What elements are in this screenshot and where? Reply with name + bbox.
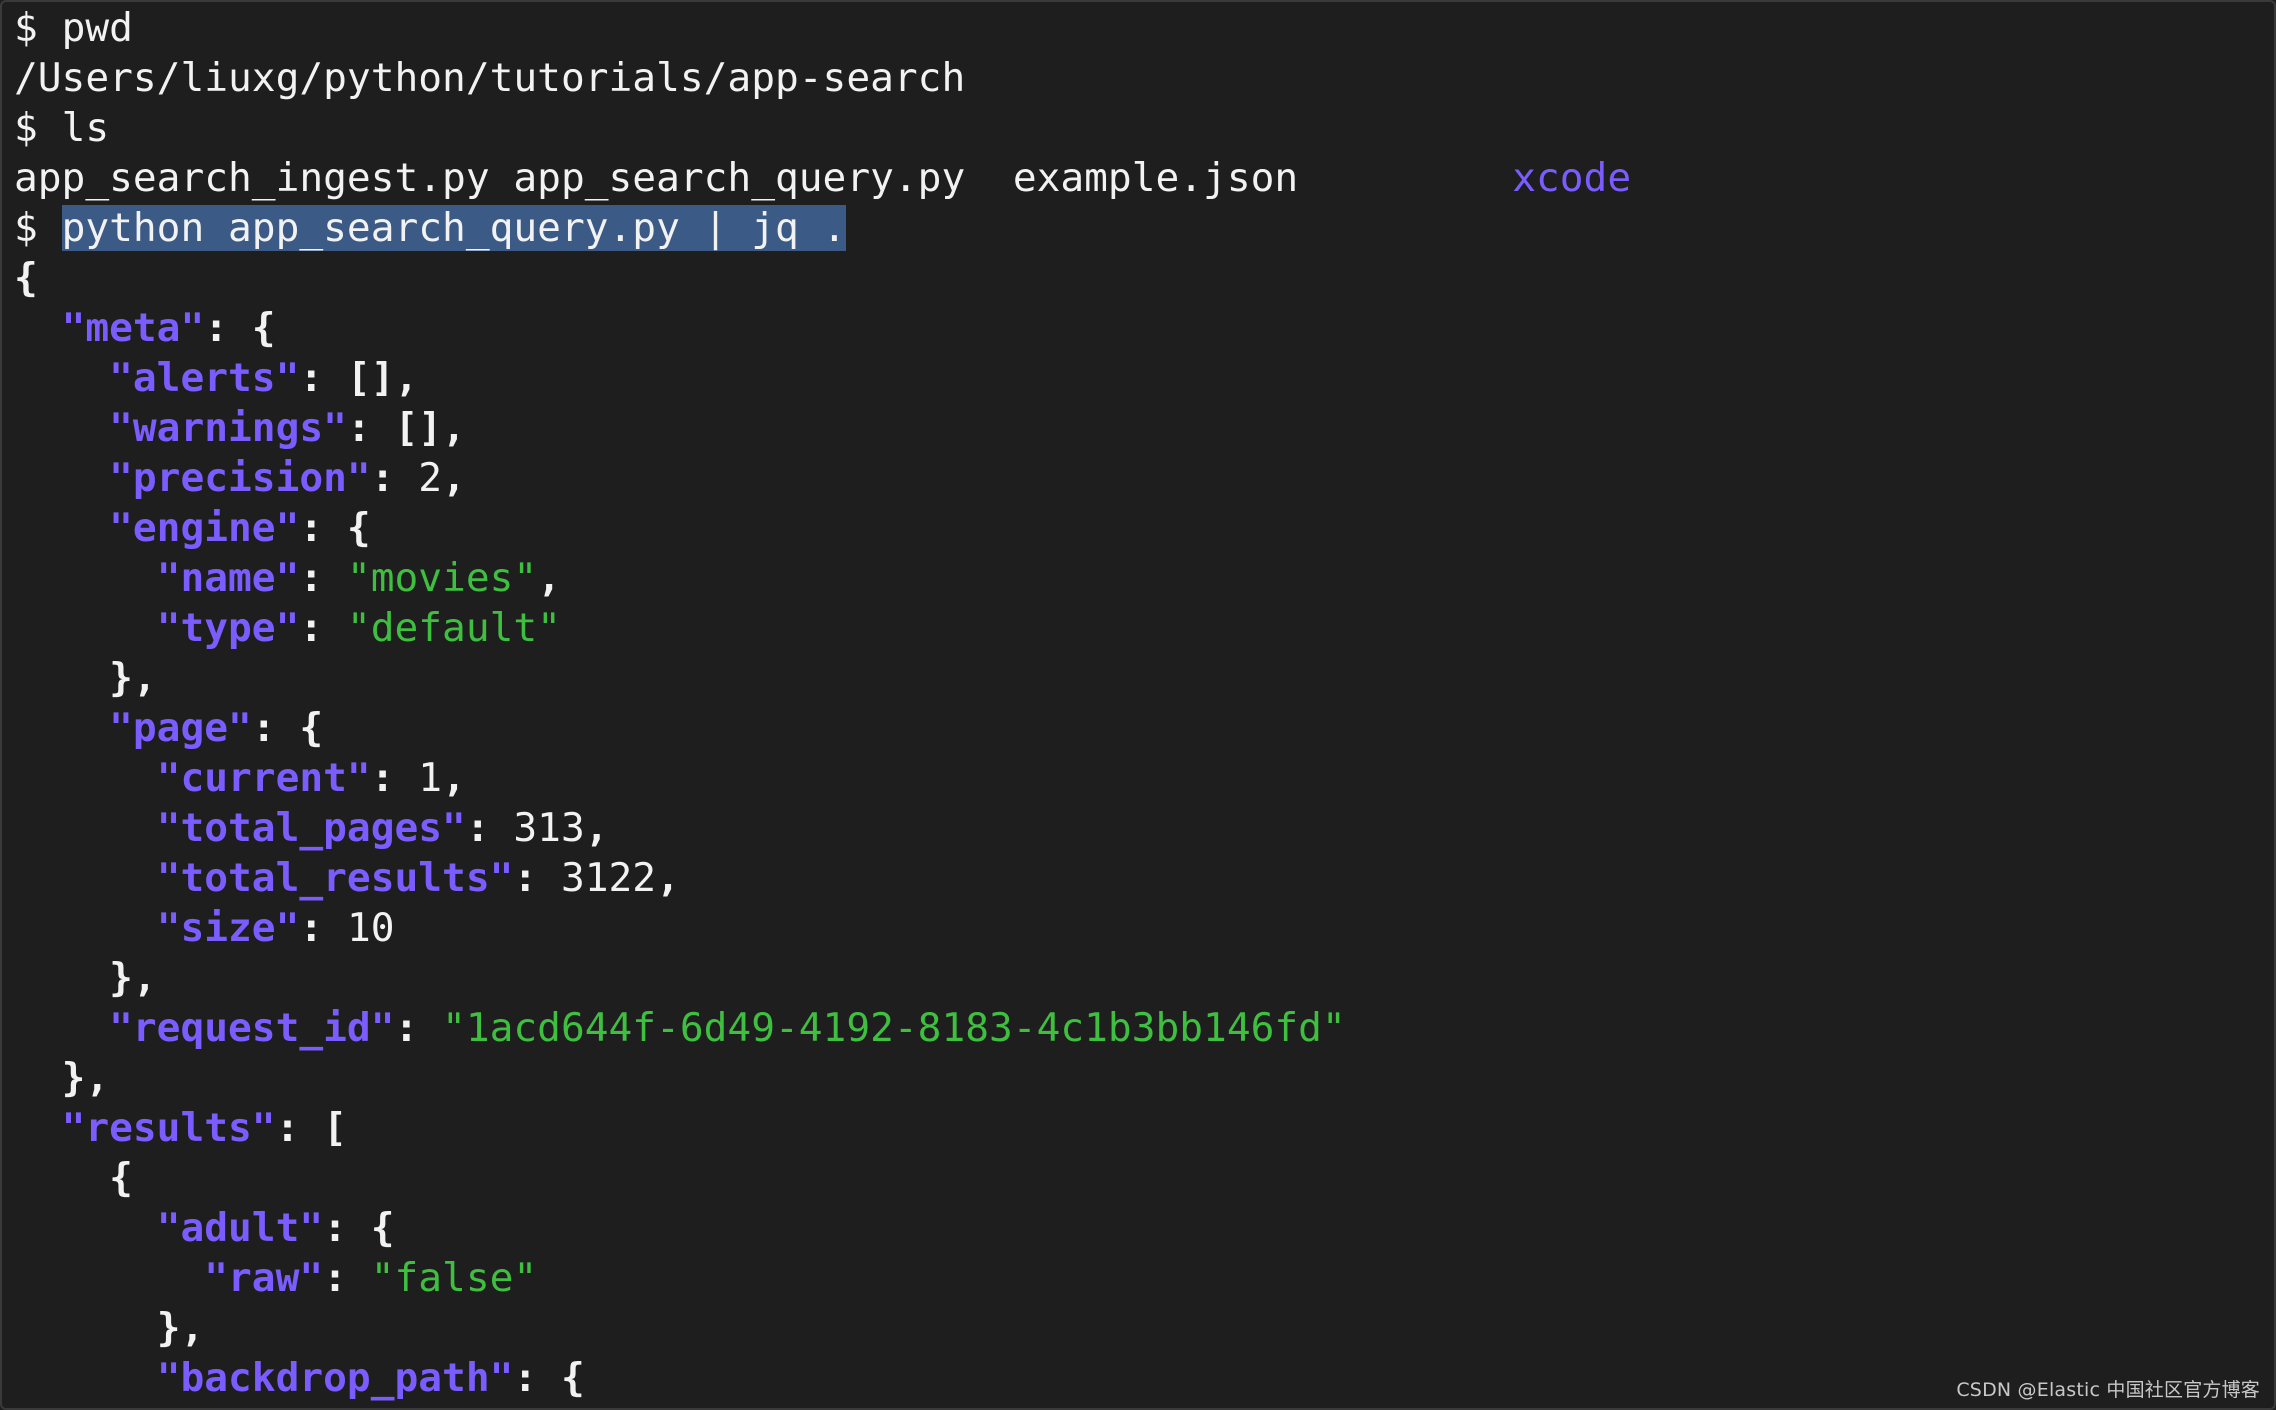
json-punct: , xyxy=(656,855,680,901)
json-punct: }, xyxy=(156,1305,205,1351)
json-line: "name": "movies", xyxy=(14,553,2274,603)
json-string: "false" xyxy=(370,1255,538,1301)
json-line: "backdrop_path": { xyxy=(14,1353,2274,1403)
json-line: "raw": "false" xyxy=(14,1253,2274,1303)
terminal-line: $ ls xyxy=(14,103,2274,153)
json-key: "current" xyxy=(156,755,371,801)
json-line: }, xyxy=(14,1303,2274,1353)
json-punct: , xyxy=(442,455,466,501)
file-entry: app_search_query.py xyxy=(513,155,966,201)
directory-entry: xcode xyxy=(1512,155,1632,201)
json-line: "alerts": [], xyxy=(14,353,2274,403)
json-punct: : xyxy=(370,455,419,501)
terminal-window[interactable]: $ pwd /Users/liuxg/python/tutorials/app-… xyxy=(2,2,2274,1408)
prompt: $ xyxy=(14,5,62,51)
ls-output: app_search_ingest.py app_search_query.py… xyxy=(14,153,2274,203)
json-line: { xyxy=(14,253,2274,303)
json-key: "total_results" xyxy=(156,855,514,901)
json-line: "meta": { xyxy=(14,303,2274,353)
json-punct: , xyxy=(442,755,466,801)
json-punct: : xyxy=(299,555,347,601)
json-key: "total_pages" xyxy=(156,805,466,851)
terminal-output: /Users/liuxg/python/tutorials/app-search xyxy=(14,53,2274,103)
json-key: "backdrop_path" xyxy=(156,1355,514,1401)
json-key: "meta" xyxy=(61,305,205,351)
json-line: "current": 1, xyxy=(14,753,2274,803)
json-key: "results" xyxy=(61,1105,276,1151)
json-line: }, xyxy=(14,953,2274,1003)
json-punct: : { xyxy=(204,305,276,351)
json-key: "precision" xyxy=(109,455,371,501)
json-punct: : [ xyxy=(275,1105,347,1151)
file-entry: example.json xyxy=(1012,155,1299,201)
json-key: "page" xyxy=(109,705,252,751)
json-punct: , xyxy=(537,555,561,601)
json-line: "warnings": [], xyxy=(14,403,2274,453)
json-punct: : { xyxy=(251,705,324,751)
json-number: 313 xyxy=(513,805,585,851)
json-line: "total_pages": 313, xyxy=(14,803,2274,853)
json-key: "alerts" xyxy=(109,355,300,401)
json-punct: }, xyxy=(61,1055,110,1101)
json-key: "type" xyxy=(156,605,300,651)
json-line: { xyxy=(14,1153,2274,1203)
json-line: "request_id": "1acd644f-6d49-4192-8183-4… xyxy=(14,1003,2274,1053)
json-punct: : xyxy=(299,605,347,651)
json-punct: : [], xyxy=(346,405,466,451)
json-line: "page": { xyxy=(14,703,2274,753)
json-number: 3122 xyxy=(560,855,657,901)
json-punct: : { xyxy=(513,1355,585,1401)
json-punct: , xyxy=(584,805,609,851)
command: pwd xyxy=(61,5,133,51)
json-punct: : { xyxy=(299,505,371,551)
json-key: "warnings" xyxy=(109,405,347,451)
json-punct: : xyxy=(394,1005,443,1051)
terminal-line: $ python app_search_query.py | jq . xyxy=(14,203,2274,253)
json-punct: : { xyxy=(323,1205,395,1251)
selected-command[interactable]: python app_search_query.py | jq . xyxy=(61,205,847,251)
json-key: "raw" xyxy=(204,1255,324,1301)
json-number: 1 xyxy=(418,755,443,801)
json-punct: : [], xyxy=(299,355,419,401)
json-line: "engine": { xyxy=(14,503,2274,553)
prompt: $ xyxy=(14,205,62,251)
watermark: CSDN @Elastic 中国社区官方博客 xyxy=(1956,1379,2260,1401)
json-line: "results": [ xyxy=(14,1103,2274,1153)
json-key: "name" xyxy=(156,555,300,601)
json-punct: }, xyxy=(109,955,157,1001)
prompt: $ xyxy=(14,105,62,151)
json-punct: : xyxy=(370,755,419,801)
json-punct: : xyxy=(465,805,514,851)
json-key: "size" xyxy=(156,905,300,951)
json-line: "adult": { xyxy=(14,1203,2274,1253)
output-text: /Users/liuxg/python/tutorials/app-search xyxy=(14,55,966,101)
json-punct: { xyxy=(14,255,38,301)
terminal-line: $ pwd xyxy=(14,3,2274,53)
json-number: 10 xyxy=(346,905,395,951)
json-key: "engine" xyxy=(109,505,300,551)
json-punct: : xyxy=(323,1255,371,1301)
json-punct: }, xyxy=(109,655,157,701)
json-line: "precision": 2, xyxy=(14,453,2274,503)
json-string: "default" xyxy=(346,605,561,651)
json-number: 2 xyxy=(418,455,443,501)
json-key: "adult" xyxy=(156,1205,324,1251)
json-key: "request_id" xyxy=(109,1005,395,1051)
json-line: "type": "default" xyxy=(14,603,2274,653)
json-punct: : xyxy=(299,905,347,951)
json-line: }, xyxy=(14,1053,2274,1103)
json-string: "movies" xyxy=(346,555,538,601)
file-entry: app_search_ingest.py xyxy=(14,155,490,201)
json-string: "1acd644f-6d49-4192-8183-4c1b3bb146fd" xyxy=(442,1005,1346,1051)
json-line: }, xyxy=(14,653,2274,703)
json-punct: : xyxy=(513,855,561,901)
json-punct: { xyxy=(109,1155,133,1201)
command: ls xyxy=(61,105,110,151)
json-line: "total_results": 3122, xyxy=(14,853,2274,903)
json-line: "size": 10 xyxy=(14,903,2274,953)
